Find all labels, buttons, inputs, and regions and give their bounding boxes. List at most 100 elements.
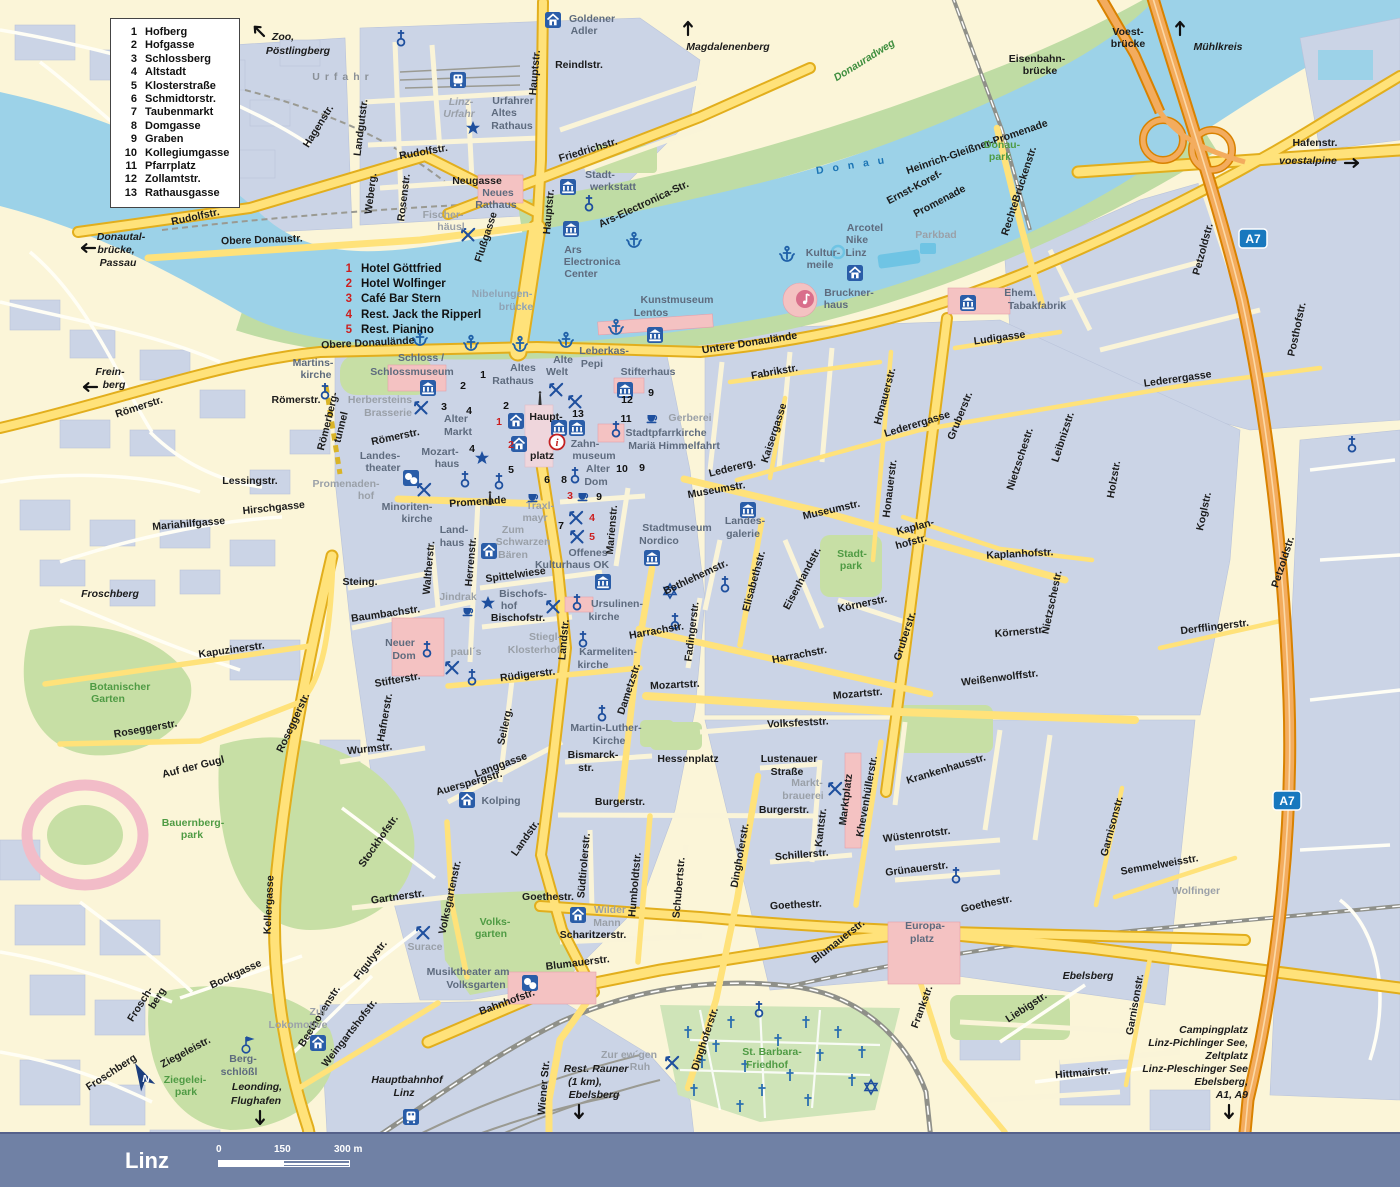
map-label: Herbersteins bbox=[348, 394, 412, 406]
map-label: Bruckner- bbox=[824, 287, 874, 299]
map-label: Fischer- bbox=[423, 209, 464, 221]
map-label: Promenaden- bbox=[312, 478, 380, 490]
map-label: brücke bbox=[499, 301, 534, 313]
map-label: Parkbad bbox=[915, 229, 956, 241]
map-label: kirche bbox=[589, 611, 620, 623]
legend-item: 3Café Bar Stern bbox=[338, 292, 481, 307]
poi-legend: 1Hotel Göttfried2Hotel Wolfinger3Café Ba… bbox=[338, 262, 481, 338]
map-label: Goethestr. bbox=[522, 891, 574, 903]
map-label: 1 bbox=[480, 369, 486, 381]
map-label: Wolfinger bbox=[1172, 885, 1220, 897]
legend-item: 4Altstadt bbox=[119, 66, 229, 79]
map-label: kirche bbox=[402, 513, 433, 525]
map-label: Zum bbox=[502, 524, 524, 536]
map-label: Musiktheater am bbox=[427, 966, 510, 978]
hotel-icon bbox=[508, 413, 524, 429]
map-label: Frein- bbox=[95, 366, 125, 378]
map-label: 5 bbox=[508, 464, 514, 476]
map-label: Zeltplatz bbox=[1204, 1050, 1248, 1062]
map-label: Ebelsberg bbox=[569, 1089, 620, 1101]
map-label: Lessingstr. bbox=[222, 475, 278, 487]
legend-item: 2Hofgasse bbox=[119, 39, 229, 52]
map-label: Ebelsberg bbox=[1063, 970, 1114, 982]
map-label: Berg- bbox=[229, 1053, 257, 1065]
map-label: Alte bbox=[553, 354, 573, 366]
legend-item: 13Rathausgasse bbox=[119, 187, 229, 200]
map-label: Schwarzen bbox=[496, 536, 551, 548]
museum-icon bbox=[960, 295, 976, 311]
map-label: 6 bbox=[544, 474, 550, 486]
legend-item: 8Domgasse bbox=[119, 120, 229, 133]
map-label: Ruh bbox=[630, 1061, 650, 1073]
legend-item: 12Zollamtstr. bbox=[119, 173, 229, 186]
map-label: Mozart- bbox=[421, 446, 459, 458]
map-label: galerie bbox=[726, 528, 760, 540]
map-label: Bauernberg- bbox=[162, 817, 225, 829]
map-label: Bismarck- bbox=[568, 749, 619, 761]
map-label: Europa- bbox=[905, 920, 945, 932]
map-label: haus bbox=[435, 458, 460, 470]
map-label: Mann bbox=[593, 917, 620, 929]
map-label: Burgerstr. bbox=[595, 796, 645, 808]
map-label: Adler bbox=[571, 25, 598, 37]
legend-item: 11Pfarrplatz bbox=[119, 160, 229, 173]
legend-item: 5Rest. Pianino bbox=[338, 323, 481, 338]
map-label: Campingplatz bbox=[1179, 1024, 1249, 1036]
motorway-badge: A7 bbox=[1273, 791, 1301, 810]
map-label: N bbox=[142, 1073, 150, 1085]
map-label: Markt bbox=[444, 426, 473, 438]
map-label: Burgerstr. bbox=[759, 804, 809, 816]
legend-item: 4Rest. Jack the Ripperl bbox=[338, 308, 481, 323]
map-label: Kultur- bbox=[806, 247, 841, 259]
legend-item: 7Taubenmarkt bbox=[119, 106, 229, 119]
map-label: Linz- bbox=[449, 96, 474, 108]
svg-text:A7: A7 bbox=[1245, 232, 1261, 246]
scale-bar-line bbox=[218, 1160, 350, 1167]
map-label: 2 bbox=[503, 400, 509, 412]
street-legend: 1Hofberg2Hofgasse3Schlossberg4Altstadt5K… bbox=[110, 18, 240, 208]
map-label: Froschberg bbox=[81, 588, 139, 600]
map-label: Offenes bbox=[568, 547, 607, 559]
poi-legend-list: 1Hotel Göttfried2Hotel Wolfinger3Café Ba… bbox=[338, 262, 481, 338]
city-name: Linz bbox=[125, 1148, 169, 1174]
map-label: Ziegelei- bbox=[164, 1074, 207, 1086]
note-icon bbox=[796, 290, 814, 308]
map-label: 9 bbox=[648, 387, 654, 399]
map-label: Hafenstr. bbox=[1293, 137, 1338, 149]
map-label: Stadt- bbox=[837, 548, 867, 560]
map-label: museum bbox=[572, 450, 615, 462]
map-label: Nordico bbox=[639, 535, 679, 547]
scale-bar: 0 150 300 m bbox=[214, 1144, 364, 1174]
map-label: Ars bbox=[564, 244, 582, 256]
map-label: brücke bbox=[1111, 38, 1146, 50]
map-label: 13 bbox=[572, 408, 584, 420]
map-label: 8 bbox=[561, 474, 567, 486]
map-label: Ebelsberg, bbox=[1194, 1076, 1248, 1088]
map-label: 12 bbox=[621, 394, 633, 406]
map-label: Rathaus bbox=[491, 120, 533, 132]
map-label: Zur ew´gen bbox=[601, 1049, 657, 1061]
map-label: Zoo, bbox=[271, 31, 294, 43]
map-label: Reindlstr. bbox=[555, 59, 603, 71]
museum-icon bbox=[569, 420, 585, 436]
map-label: Linz-Pleschinger See bbox=[1142, 1063, 1248, 1075]
legend-item: 9Graben bbox=[119, 133, 229, 146]
map-label: 7 bbox=[558, 520, 564, 532]
map-label: Mariä Himmelfahrt bbox=[628, 440, 720, 452]
map-label: Volksgarten bbox=[446, 979, 505, 991]
map-canvas[interactable]: i DonauDonauradwegHeinrich-Gleißner-Prom… bbox=[0, 0, 1400, 1187]
street-legend-list: 1Hofberg2Hofgasse3Schlossberg4Altstadt5K… bbox=[119, 26, 229, 200]
map-label: Stadtpfarrkirche bbox=[625, 427, 706, 439]
map-label: haus bbox=[440, 537, 465, 549]
museum-icon bbox=[420, 380, 436, 396]
map-label: 3 bbox=[567, 490, 573, 502]
legend-item: 1Hotel Göttfried bbox=[338, 262, 481, 277]
map-label: Römerstr. bbox=[271, 394, 320, 406]
museum-icon bbox=[644, 550, 660, 566]
map-label: Kolping bbox=[481, 795, 520, 807]
map-label: Voest- bbox=[1112, 26, 1144, 38]
map-label: Jindrak bbox=[439, 591, 477, 603]
map-label: Urfahr bbox=[443, 108, 475, 120]
map-label: 4 bbox=[466, 405, 472, 417]
map-label: Kirche bbox=[593, 735, 626, 747]
